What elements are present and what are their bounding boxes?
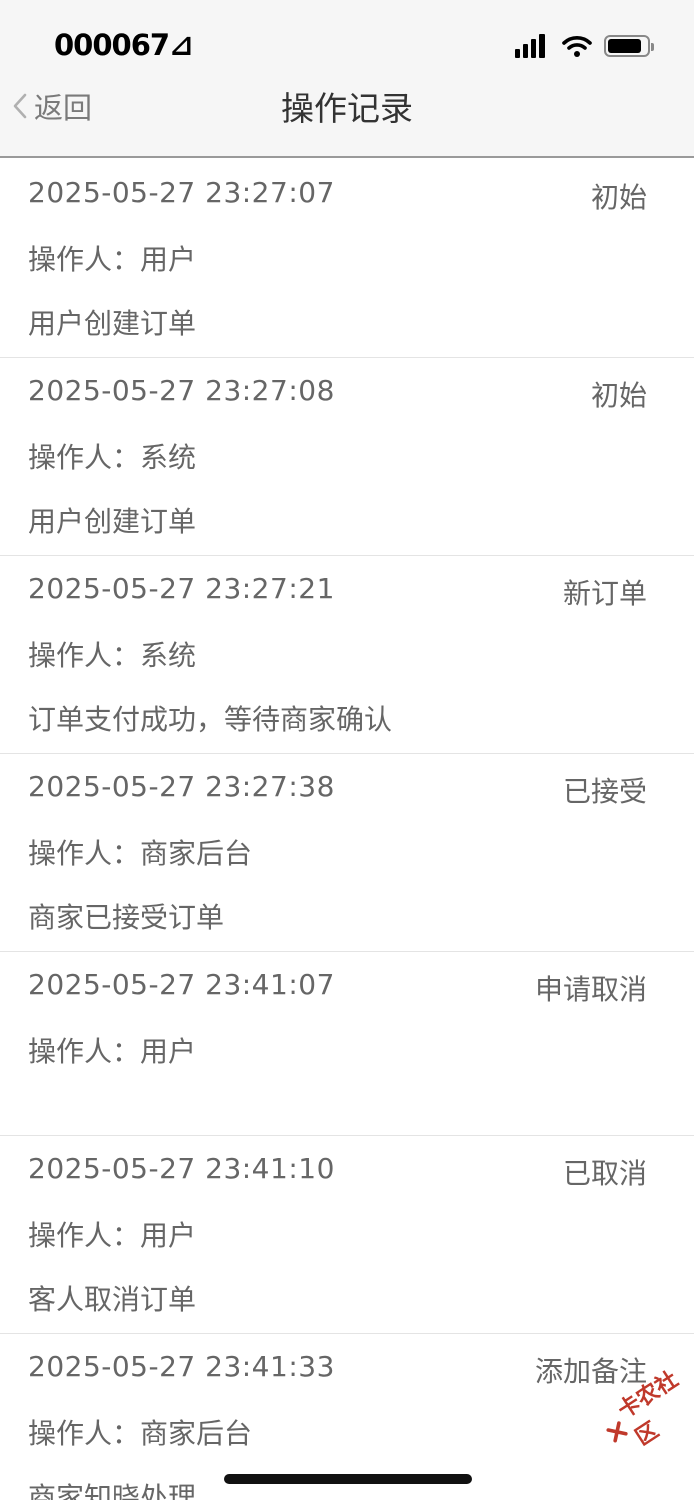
record-item: 2025-05-27 23:27:21 新订单 操作人：系统 订单支付成功，等待… xyxy=(0,556,694,754)
home-indicator[interactable] xyxy=(224,1474,472,1484)
record-status: 初始 xyxy=(590,379,647,412)
record-description: 客人取消订单 xyxy=(28,1283,197,1316)
record-time: 2025-05-27 23:27:21 xyxy=(28,572,335,605)
record-operator: 操作人：系统 xyxy=(28,639,197,672)
record-description: 商家已接受订单 xyxy=(28,901,225,934)
record-status: 已取消 xyxy=(562,1157,647,1190)
record-description: 订单支付成功，等待商家确认 xyxy=(28,703,393,736)
record-status: 新订单 xyxy=(562,577,647,610)
record-description: 用户创建订单 xyxy=(28,307,197,340)
record-description: 用户创建订单 xyxy=(28,505,197,538)
record-time: 2025-05-27 23:27:07 xyxy=(28,176,335,209)
record-status: 初始 xyxy=(590,181,647,214)
record-time: 2025-05-27 23:41:33 xyxy=(28,1350,335,1383)
signal-icon xyxy=(515,34,548,58)
battery-icon xyxy=(604,35,654,57)
record-operator: 操作人：商家后台 xyxy=(28,1417,253,1450)
record-operator: 操作人：商家后台 xyxy=(28,837,253,870)
record-operator: 操作人：用户 xyxy=(28,243,197,276)
record-operator: 操作人：用户 xyxy=(28,1035,197,1068)
header: 000067⊿ 返回 操作记录 xyxy=(0,0,694,158)
record-operator: 操作人：用户 xyxy=(28,1219,197,1252)
status-icons xyxy=(515,32,654,60)
record-item: 2025-05-27 23:27:07 初始 操作人：用户 用户创建订单 xyxy=(0,160,694,358)
record-status: 已接受 xyxy=(562,775,647,808)
page: 000067⊿ 返回 操作记录 2025-05-27 23:27:07 初始 操… xyxy=(0,0,694,1500)
record-time: 2025-05-27 23:41:07 xyxy=(28,968,335,1001)
record-item: 2025-05-27 23:41:10 已取消 操作人：用户 客人取消订单 xyxy=(0,1136,694,1334)
status-time: 000067⊿ xyxy=(54,28,193,62)
record-item: 2025-05-27 23:41:07 申请取消 操作人：用户 xyxy=(0,952,694,1136)
record-time: 2025-05-27 23:27:38 xyxy=(28,770,335,803)
operation-record-list: 2025-05-27 23:27:07 初始 操作人：用户 用户创建订单 202… xyxy=(0,160,694,1500)
record-time: 2025-05-27 23:27:08 xyxy=(28,374,335,407)
record-item: 2025-05-27 23:27:08 初始 操作人：系统 用户创建订单 xyxy=(0,358,694,556)
record-time: 2025-05-27 23:41:10 xyxy=(28,1152,335,1185)
page-title: 操作记录 xyxy=(281,89,413,128)
wifi-icon xyxy=(562,36,592,57)
record-operator: 操作人：系统 xyxy=(28,441,197,474)
record-status: 申请取消 xyxy=(534,973,647,1006)
record-item: 2025-05-27 23:27:38 已接受 操作人：商家后台 商家已接受订单 xyxy=(0,754,694,952)
record-description: 商家知晓处理 xyxy=(28,1481,197,1500)
